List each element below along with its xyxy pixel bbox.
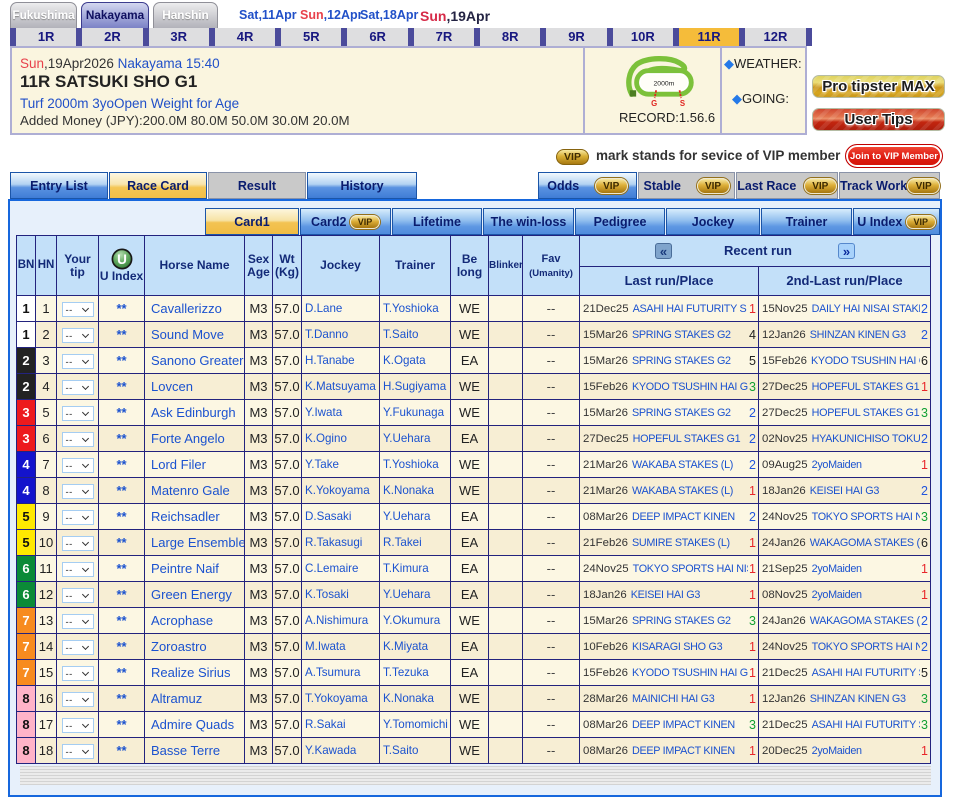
svg-text:G: G	[651, 99, 657, 108]
svg-text:U: U	[117, 252, 127, 267]
svg-text:2000m: 2000m	[654, 80, 675, 87]
svg-text:S: S	[680, 99, 685, 108]
